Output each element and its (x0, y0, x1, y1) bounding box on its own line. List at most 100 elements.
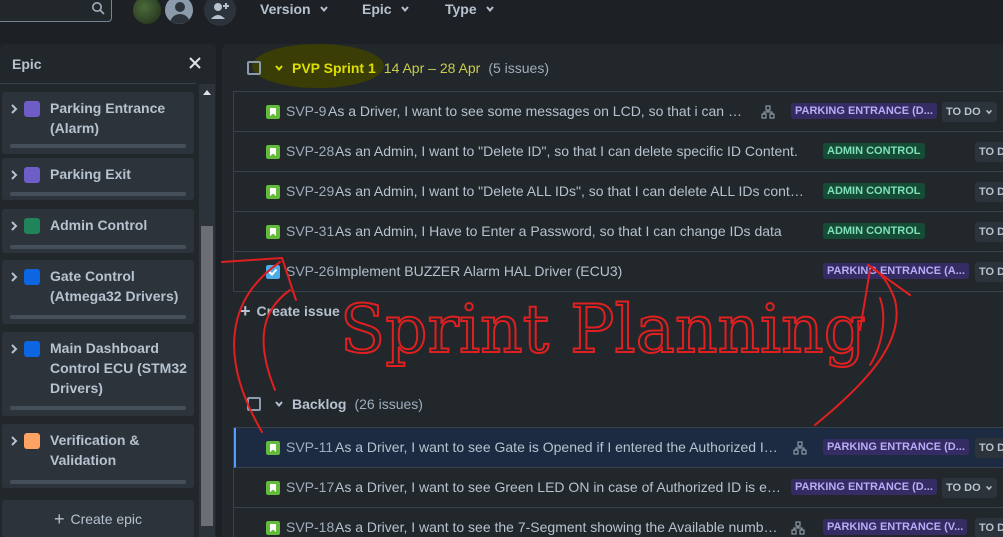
issue-summary[interactable]: As a Driver, I want to see some messages… (328, 103, 748, 119)
epic-progress-bar (10, 480, 186, 484)
scroll-up-arrow-icon[interactable] (203, 90, 211, 95)
scrollbar-thumb[interactable] (201, 226, 213, 526)
child-issues-icon[interactable] (793, 441, 807, 455)
sprint-title: PVP Sprint 1 (292, 60, 376, 76)
status-dropdown[interactable]: TO D (975, 182, 1003, 202)
issue-key[interactable]: SVP-18 (286, 519, 334, 535)
epic-name: Verification & Validation (50, 432, 140, 468)
issue-summary[interactable]: As an Admin, I Have to Enter a Password,… (335, 223, 805, 239)
epic-color-swatch (24, 269, 40, 285)
status-dropdown[interactable]: TO D (975, 142, 1003, 162)
epic-progress-bar (10, 315, 186, 319)
child-issues-icon[interactable] (761, 105, 775, 119)
epic-color-swatch (24, 341, 40, 357)
issue-row[interactable]: SVP-18 As a Driver, I want to see the 7-… (234, 508, 1003, 537)
epic-panel-title: Epic (12, 56, 42, 72)
issue-summary[interactable]: As an Admin, I want to "Delete ID", so t… (335, 143, 805, 159)
status-dropdown[interactable]: TO D (975, 222, 1003, 242)
issue-key[interactable]: SVP-9 (286, 103, 326, 119)
epic-card[interactable]: Gate Control (Atmega32 Drivers) (2, 260, 194, 324)
status-label: TO D (979, 226, 1003, 238)
issue-summary[interactable]: As a Driver, I want to see Green LED ON … (335, 479, 781, 495)
epic-color-swatch (24, 101, 40, 117)
backlog-issue-count: (26 issues) (354, 396, 423, 412)
chevron-right-icon[interactable] (10, 344, 18, 354)
epic-lozenge: PARKING ENTRANCE (A... (823, 263, 969, 279)
status-dropdown[interactable]: TO D (975, 518, 1003, 537)
story-icon (266, 145, 280, 159)
add-people-button[interactable] (204, 0, 236, 26)
type-filter[interactable]: Type (445, 0, 495, 18)
epic-lozenge: ADMIN CONTROL (823, 183, 925, 199)
epic-card[interactable]: Main Dashboard Control ECU (STM32 Driver… (2, 332, 194, 416)
issue-key[interactable]: SVP-17 (286, 479, 334, 495)
issue-summary[interactable]: As a Driver, I want to see the 7-Segment… (335, 519, 781, 535)
create-issue-button[interactable]: + Create issue (240, 301, 340, 321)
chevron-right-icon[interactable] (10, 436, 18, 446)
status-dropdown[interactable]: TO DO (942, 102, 997, 122)
issue-row[interactable]: SVP-31 As an Admin, I Have to Enter a Pa… (234, 212, 1003, 252)
create-epic-button[interactable]: + Create epic (2, 500, 194, 537)
epic-name: Gate Control (Atmega32 Drivers) (50, 268, 179, 304)
chevron-right-icon[interactable] (10, 170, 18, 180)
epic-lozenge: PARKING ENTRANCE (V... (823, 519, 968, 535)
epic-card[interactable]: Verification & Validation (2, 424, 194, 488)
search-input[interactable] (0, 0, 112, 22)
epic-lozenge: ADMIN CONTROL (823, 143, 925, 159)
chevron-down-icon[interactable] (274, 399, 284, 409)
top-bar: Version Epic Type (0, 0, 1003, 28)
sprint-checkbox[interactable] (247, 61, 261, 75)
epic-lozenge: PARKING ENTRANCE (D... (823, 439, 969, 455)
status-dropdown[interactable]: TO D (975, 262, 1003, 282)
issue-key[interactable]: SVP-29 (286, 183, 334, 199)
version-filter[interactable]: Version (260, 0, 329, 18)
avatar[interactable] (131, 0, 163, 26)
status-label: TO D (979, 186, 1003, 198)
backlog-checkbox[interactable] (247, 397, 261, 411)
issue-key[interactable]: SVP-26 (286, 263, 334, 279)
status-dropdown[interactable]: TO D (975, 438, 1003, 458)
issue-key[interactable]: SVP-28 (286, 143, 334, 159)
epic-color-swatch (24, 433, 40, 449)
chevron-down-icon[interactable] (274, 63, 284, 73)
epic-color-swatch (24, 167, 40, 183)
chevron-right-icon[interactable] (10, 272, 18, 282)
chevron-right-icon[interactable] (10, 104, 18, 114)
chevron-down-icon (400, 6, 409, 13)
plus-icon: + (240, 301, 251, 321)
epic-card[interactable]: Admin Control (2, 209, 194, 253)
issue-key[interactable]: SVP-11 (286, 439, 333, 455)
sprint-issue-count: (5 issues) (488, 60, 549, 76)
close-icon[interactable] (188, 56, 202, 70)
chevron-down-icon (985, 485, 992, 491)
issue-summary[interactable]: As a Driver, I want to see Gate is Opene… (335, 439, 785, 455)
sprint-header[interactable]: PVP Sprint 1 14 Apr – 28 Apr (5 issues) (274, 60, 549, 76)
issue-row[interactable]: SVP-29 As an Admin, I want to "Delete AL… (234, 172, 1003, 212)
issue-key[interactable]: SVP-31 (286, 223, 334, 239)
issue-row[interactable]: SVP-26 Implement BUZZER Alarm HAL Driver… (234, 252, 1003, 292)
issue-summary[interactable]: Implement BUZZER Alarm HAL Driver (ECU3) (335, 263, 635, 279)
chevron-down-icon (985, 109, 992, 115)
backlog-header[interactable]: Backlog (26 issues) (274, 396, 423, 412)
issue-row[interactable]: SVP-9 As a Driver, I want to see some me… (234, 92, 1003, 132)
chevron-right-icon[interactable] (10, 221, 18, 231)
status-label: TO D (979, 146, 1003, 158)
create-issue-label: Create issue (256, 303, 340, 319)
epic-lozenge: ADMIN CONTROL (823, 223, 925, 239)
backlog-title: Backlog (292, 396, 347, 412)
chevron-down-icon (319, 6, 328, 13)
issue-row[interactable]: SVP-28 As an Admin, I want to "Delete ID… (234, 132, 1003, 172)
add-person-icon (211, 3, 229, 19)
status-dropdown[interactable]: TO DO (942, 478, 997, 498)
issue-summary[interactable]: As an Admin, I want to "Delete ALL IDs",… (335, 183, 810, 199)
issue-row[interactable]: SVP-11 As a Driver, I want to see Gate i… (234, 428, 1003, 468)
child-issues-icon[interactable] (791, 521, 805, 535)
story-icon (266, 521, 280, 535)
avatar-default[interactable] (163, 0, 195, 26)
epic-card[interactable]: Parking Exit (2, 158, 194, 200)
issue-row[interactable]: SVP-17 As a Driver, I want to see Green … (234, 468, 1003, 508)
story-icon (266, 185, 280, 199)
epic-filter[interactable]: Epic (362, 0, 410, 18)
epic-card[interactable]: Parking Entrance (Alarm) (2, 92, 194, 154)
epic-progress-bar (10, 192, 186, 196)
